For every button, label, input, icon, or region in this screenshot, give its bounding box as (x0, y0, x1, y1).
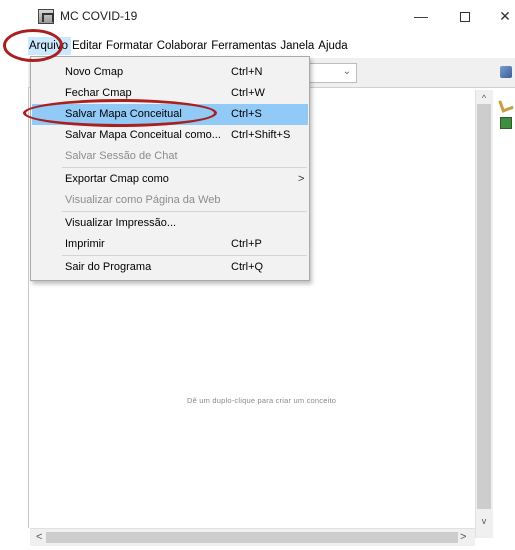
menu-item-novo-cmap[interactable]: Novo Cmap Ctrl+N (32, 62, 308, 83)
menu-item-shortcut: Ctrl+P (231, 238, 262, 250)
menu-item-salvar-chat: Salvar Sessão de Chat (32, 146, 308, 167)
menu-item-label: Visualizar como Página da Web (65, 194, 221, 206)
annotation-circle-arquivo (3, 29, 63, 62)
scroll-right-icon[interactable]: > (460, 531, 466, 543)
menu-item-sair[interactable]: Sair do Programa Ctrl+Q (32, 257, 308, 278)
font-combo[interactable]: ⌄ (305, 63, 357, 83)
menu-item-shortcut: Ctrl+Shift+S (231, 129, 291, 141)
menu-item-label: Salvar Sessão de Chat (65, 150, 178, 162)
menu-formatar[interactable]: Formatar (105, 37, 156, 55)
menu-item-shortcut: Ctrl+S (231, 108, 262, 120)
menu-separator (62, 255, 307, 256)
title-bar: MC COVID-19 — ✕ (0, 0, 515, 32)
maximize-button[interactable] (450, 5, 480, 27)
menu-colaborar[interactable]: Colaborar (156, 37, 211, 55)
horizontal-scroll-thumb[interactable] (46, 532, 458, 543)
submenu-arrow-icon: > (298, 173, 305, 185)
menu-ferramentas[interactable]: Ferramentas (210, 37, 279, 55)
menu-separator (62, 167, 307, 168)
chevron-down-icon: ⌄ (342, 66, 351, 77)
menu-item-exportar[interactable]: Exportar Cmap como > (32, 169, 308, 190)
menu-item-label: Exportar Cmap como (65, 173, 169, 185)
menu-item-label: Imprimir (65, 238, 105, 250)
close-button[interactable]: ✕ (490, 5, 515, 27)
maximize-icon (460, 12, 470, 23)
book-icon[interactable] (500, 117, 512, 129)
menu-item-salvar-como[interactable]: Salvar Mapa Conceitual como... Ctrl+Shif… (32, 125, 308, 146)
vertical-scroll-thumb[interactable] (477, 104, 491, 509)
scroll-left-icon[interactable]: < (36, 531, 42, 543)
menu-bar: Arquivo Editar Formatar Colaborar Ferramenta… (28, 37, 351, 55)
menu-janela[interactable]: Janela (279, 37, 317, 55)
menu-item-label: Sair do Programa (65, 261, 152, 273)
menu-item-label: Novo Cmap (65, 66, 124, 78)
tools-icon[interactable] (500, 66, 512, 78)
link-tool-icon[interactable] (498, 97, 514, 113)
menu-ajuda[interactable]: Ajuda (317, 37, 350, 55)
menu-separator (62, 211, 307, 212)
window-title: MC COVID-19 (60, 9, 138, 23)
menu-item-visualizar-impressao[interactable]: Visualizar Impressão... (32, 213, 308, 234)
file-menu-dropdown: Novo Cmap Ctrl+N Fechar Cmap Ctrl+W Salv… (30, 56, 310, 281)
canvas-hint: Dê um duplo-clique para criar um conceit… (187, 396, 337, 405)
minimize-button[interactable]: — (406, 5, 436, 27)
menu-item-shortcut: Ctrl+W (231, 87, 265, 99)
menu-item-label: Visualizar Impressão... (65, 217, 177, 229)
menu-item-visualizar-web: Visualizar como Página da Web (32, 190, 308, 211)
scroll-up-icon[interactable]: ^ (479, 93, 489, 103)
menu-item-label: Salvar Mapa Conceitual como... (65, 129, 221, 141)
menu-editar[interactable]: Editar (71, 37, 105, 55)
menu-item-shortcut: Ctrl+N (231, 66, 263, 78)
menu-item-shortcut: Ctrl+Q (231, 261, 264, 273)
app-icon (38, 9, 54, 24)
menu-item-imprimir[interactable]: Imprimir Ctrl+P (32, 234, 308, 255)
scroll-down-icon[interactable]: v (479, 516, 489, 526)
annotation-circle-salvar (23, 99, 217, 127)
